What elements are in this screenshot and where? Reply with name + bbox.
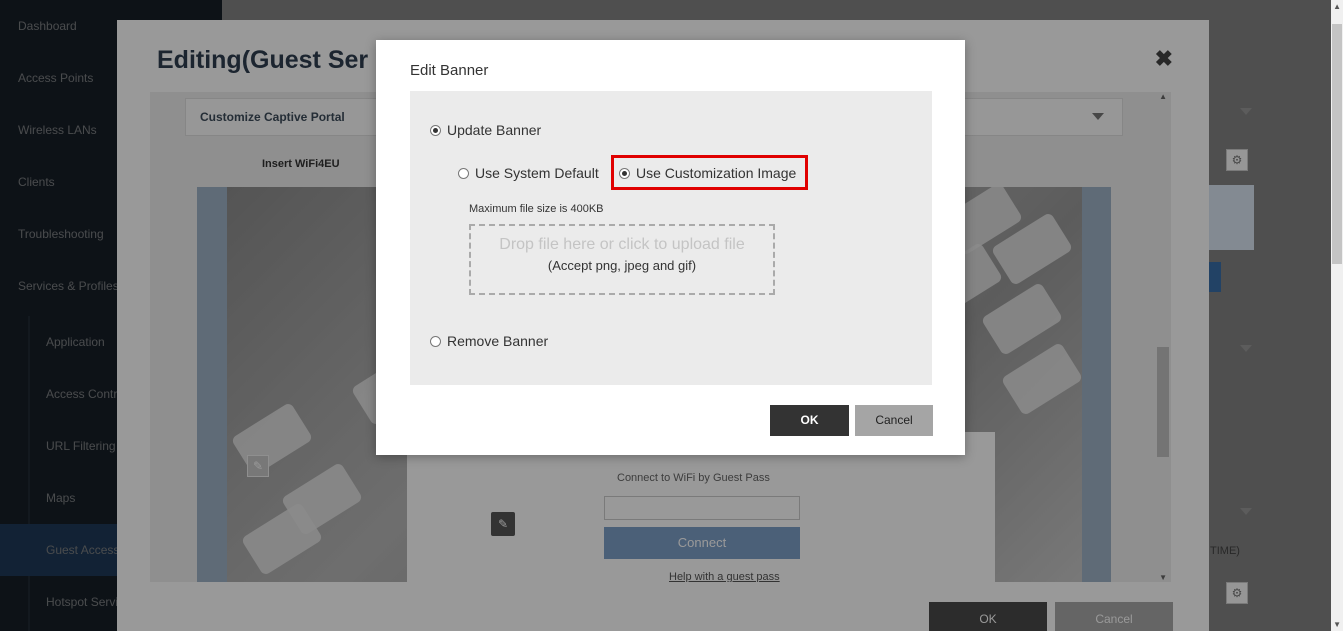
window-scrollbar-thumb[interactable] <box>1332 24 1342 264</box>
update-banner-radio[interactable]: Update Banner <box>430 122 541 138</box>
use-system-default-label: Use System Default <box>475 165 599 181</box>
use-customization-image-label: Use Customization Image <box>636 165 797 181</box>
scroll-up-icon[interactable]: ▲ <box>1333 2 1341 11</box>
use-system-default-radio[interactable]: Use System Default <box>458 165 599 181</box>
radio-selected-icon <box>619 167 630 179</box>
file-drop-zone[interactable]: Drop file here or click to upload file (… <box>469 224 775 295</box>
remove-banner-radio[interactable]: Remove Banner <box>430 333 548 349</box>
radio-selected-icon <box>430 124 441 136</box>
drop-zone-accepted-types: (Accept png, jpeg and gif) <box>547 258 697 273</box>
radio-unselected-icon <box>430 335 441 347</box>
edit-banner-dialog: Edit Banner Update Banner Use System Def… <box>376 40 965 455</box>
radio-unselected-icon <box>458 167 469 179</box>
window-scrollbar[interactable]: ▲ ▼ <box>1331 0 1343 631</box>
scroll-down-icon[interactable]: ▼ <box>1333 620 1341 629</box>
edit-banner-title: Edit Banner <box>410 62 489 79</box>
banner-cancel-button[interactable]: Cancel <box>855 405 933 436</box>
max-file-size-label: Maximum file size is 400KB <box>469 203 604 215</box>
drop-zone-text: Drop file here or click to upload file <box>499 236 745 253</box>
use-customization-image-radio[interactable]: Use Customization Image <box>619 165 796 181</box>
update-banner-label: Update Banner <box>447 122 542 138</box>
remove-banner-label: Remove Banner <box>447 333 549 349</box>
edit-banner-panel: Update Banner Use System Default Use Cus… <box>410 91 932 385</box>
banner-ok-button[interactable]: OK <box>770 405 849 436</box>
